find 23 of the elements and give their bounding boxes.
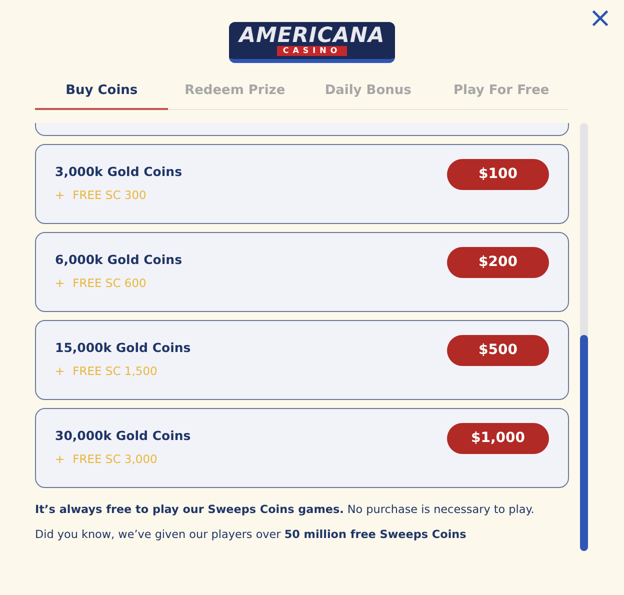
scrollbar-thumb[interactable]: [580, 334, 588, 551]
logo: AMERICANA CASINO: [229, 22, 395, 64]
price-button[interactable]: $100: [447, 159, 549, 190]
tab[interactable]: Buy Coins: [35, 77, 168, 110]
scrollbar[interactable]: [580, 122, 588, 551]
price-button[interactable]: $1,000: [447, 423, 549, 454]
info-text: It’s always free to play our Sweeps Coins games. No purchase is necessary to play.: [35, 502, 534, 518]
bonus-label: FREE SC 300: [72, 187, 146, 204]
info-text: Did you know, we’ve given our players over 50 million free Sweeps Coins: [35, 526, 466, 542]
bonus-label: FREE SC 3,000: [72, 451, 158, 468]
plus-sign: +: [55, 363, 65, 380]
close-button[interactable]: ×: [586, 4, 614, 32]
coins-label: 6,000k Gold Coins: [55, 251, 182, 270]
plus-sign: +: [55, 187, 65, 204]
coins-label: 30,000k Gold Coins: [55, 427, 191, 446]
plus-sign: +: [55, 275, 65, 292]
plus-sign: +: [55, 451, 65, 468]
coins-label: 15,000k Gold Coins: [55, 339, 191, 358]
bonus-label: FREE SC 1,500: [72, 363, 158, 380]
price-button[interactable]: $200: [447, 247, 549, 278]
bonus-label: FREE SC 600: [72, 275, 146, 292]
coins-label: 3,000k Gold Coins: [55, 163, 182, 182]
price-button[interactable]: $500: [447, 335, 549, 366]
